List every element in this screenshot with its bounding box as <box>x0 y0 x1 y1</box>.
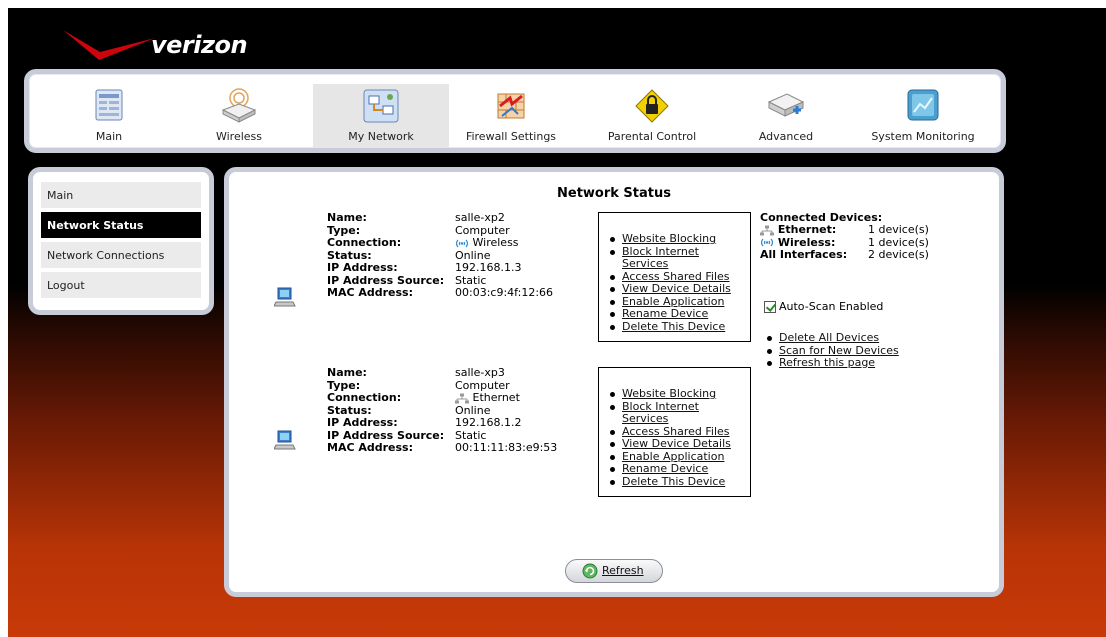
website-blocking-link[interactable]: Website Blocking <box>622 232 716 245</box>
nav-firewall-settings[interactable]: Firewall Settings <box>453 84 569 148</box>
scan-for-new-devices-link[interactable]: Scan for New Devices <box>779 344 899 357</box>
auto-scan-option: Auto-Scan Enabled <box>764 300 883 313</box>
nav-wireless[interactable]: Wireless <box>189 84 289 148</box>
enable-application-link[interactable]: Enable Application <box>622 450 724 463</box>
action-delete-this-device: Delete This Device <box>609 475 750 489</box>
mac-label: MAC Address: <box>327 441 414 454</box>
global-actions-list: Delete All Devices Scan for New Devices … <box>766 331 899 370</box>
device-ip: 192.168.1.2 <box>455 416 522 429</box>
ethernet-icon <box>760 225 774 235</box>
block-internet-services-link[interactable]: Services <box>622 412 668 425</box>
ethernet-count-label: Ethernet: <box>777 223 837 236</box>
nav-advanced-label: Advanced <box>758 130 814 143</box>
refresh-button[interactable]: Refresh <box>565 559 663 583</box>
wireless-router-icon <box>221 88 257 123</box>
view-device-details-link[interactable]: View Device Details <box>622 437 731 450</box>
ethernet-icon <box>455 393 469 403</box>
device-actions-box: Website Blocking Block Internet Services … <box>598 212 751 342</box>
ethernet-count-value: 1 device(s) <box>868 223 929 236</box>
all-interfaces-count-label: All Interfaces: <box>760 248 848 261</box>
block-internet-link[interactable]: Block Internet <box>622 245 699 258</box>
nav-advanced[interactable]: Advanced <box>741 84 831 148</box>
all-interfaces-count-row: All Interfaces: 2 device(s) <box>760 248 1000 262</box>
sidebar-item-main[interactable]: Main <box>41 182 201 208</box>
delete-this-device-link[interactable]: Delete This Device <box>622 320 725 333</box>
verizon-logo: verizon <box>59 20 248 70</box>
computer-icon[interactable] <box>274 286 296 308</box>
sidebar-item-network-status[interactable]: Network Status <box>41 212 201 238</box>
device-connection: Ethernet <box>455 391 520 405</box>
device-mac: 00:03:c9:4f:12:66 <box>455 286 554 299</box>
global-action-refresh: Refresh this page <box>766 356 899 370</box>
refresh-this-page-link[interactable]: Refresh this page <box>779 356 875 369</box>
device-name: salle-xp2 <box>455 211 505 224</box>
wireless-icon <box>456 239 468 247</box>
view-device-details-link[interactable]: View Device Details <box>622 282 731 295</box>
device-name: salle-xp3 <box>455 366 505 379</box>
wireless-icon <box>761 238 773 247</box>
top-navigation: Main Wireless My Network Firewall Settin… <box>24 69 1006 153</box>
main-panel: Network Status Name: salle-xp2 Type: Com… <box>224 167 1004 597</box>
nav-parental-control-label: Parental Control <box>607 130 697 143</box>
action-delete-this-device: Delete This Device <box>609 320 750 334</box>
nav-my-network-label: My Network <box>348 130 414 143</box>
connection-label: Connection: <box>327 236 402 249</box>
nav-my-network[interactable]: My Network <box>313 84 449 148</box>
sidebar-item-logout[interactable]: Logout <box>41 272 201 298</box>
mac-label: MAC Address: <box>327 286 414 299</box>
nav-main[interactable]: Main <box>59 84 159 148</box>
refresh-icon <box>582 563 598 579</box>
nav-parental-control[interactable]: Parental Control <box>593 84 711 148</box>
ip-label: IP Address: <box>327 261 398 274</box>
sidebar-menu: Main Network Status Network Connections … <box>28 167 214 315</box>
padlock-sign-icon <box>635 89 669 123</box>
router-panel-icon <box>95 89 123 121</box>
delete-this-device-link[interactable]: Delete This Device <box>622 475 725 488</box>
name-label: Name: <box>327 211 367 224</box>
device-mac: 00:11:11:83:e9:53 <box>455 441 558 454</box>
nav-main-label: Main <box>95 130 123 143</box>
device-ip: 192.168.1.3 <box>455 261 522 274</box>
block-internet-services-link[interactable]: Services <box>622 257 668 270</box>
access-shared-files-link[interactable]: Access Shared Files <box>622 425 730 438</box>
connection-label: Connection: <box>327 391 402 404</box>
wireless-count-label: Wireless: <box>777 235 836 249</box>
action-block-internet: Block Internet Services <box>609 245 750 271</box>
device-connection-text: Ethernet <box>472 391 520 404</box>
nav-system-monitoring-label: System Monitoring <box>871 130 975 143</box>
ip-label: IP Address: <box>327 416 398 429</box>
refresh-label: Refresh <box>602 564 644 577</box>
network-computers-icon <box>363 89 399 123</box>
name-label: Name: <box>327 366 367 379</box>
block-internet-link[interactable]: Block Internet <box>622 400 699 413</box>
auto-scan-checkbox[interactable] <box>764 301 776 313</box>
access-shared-files-link[interactable]: Access Shared Files <box>622 270 730 283</box>
rename-device-link[interactable]: Rename Device <box>622 307 708 320</box>
auto-scan-label: Auto-Scan Enabled <box>779 300 884 313</box>
computer-icon[interactable] <box>274 429 296 451</box>
delete-all-devices-link[interactable]: Delete All Devices <box>779 331 879 344</box>
page-background: verizon Main Wireless My Network Firewal… <box>8 8 1106 637</box>
device-connection-text: Wireless <box>472 236 519 249</box>
all-interfaces-count-value: 2 device(s) <box>868 248 929 261</box>
action-block-internet: Block Internet Services <box>609 400 750 426</box>
nav-wireless-label: Wireless <box>215 130 263 143</box>
enable-application-link[interactable]: Enable Application <box>622 295 724 308</box>
logo-text: verizon <box>151 31 248 59</box>
website-blocking-link[interactable]: Website Blocking <box>622 387 716 400</box>
sidebar-item-network-connections[interactable]: Network Connections <box>41 242 201 268</box>
device-plus-icon <box>767 93 805 117</box>
page-title: Network Status <box>557 186 671 201</box>
connected-devices-summary: Connected Devices: Ethernet: 1 device(s) <box>760 212 1000 262</box>
firewall-icon <box>497 93 525 119</box>
device-actions-box: Website Blocking Block Internet Services … <box>598 367 751 497</box>
rename-device-link[interactable]: Rename Device <box>622 462 708 475</box>
monitor-icon <box>907 89 939 121</box>
device-connection: Wireless <box>455 236 519 250</box>
nav-system-monitoring[interactable]: System Monitoring <box>861 84 985 148</box>
nav-firewall-settings-label: Firewall Settings <box>465 130 557 143</box>
